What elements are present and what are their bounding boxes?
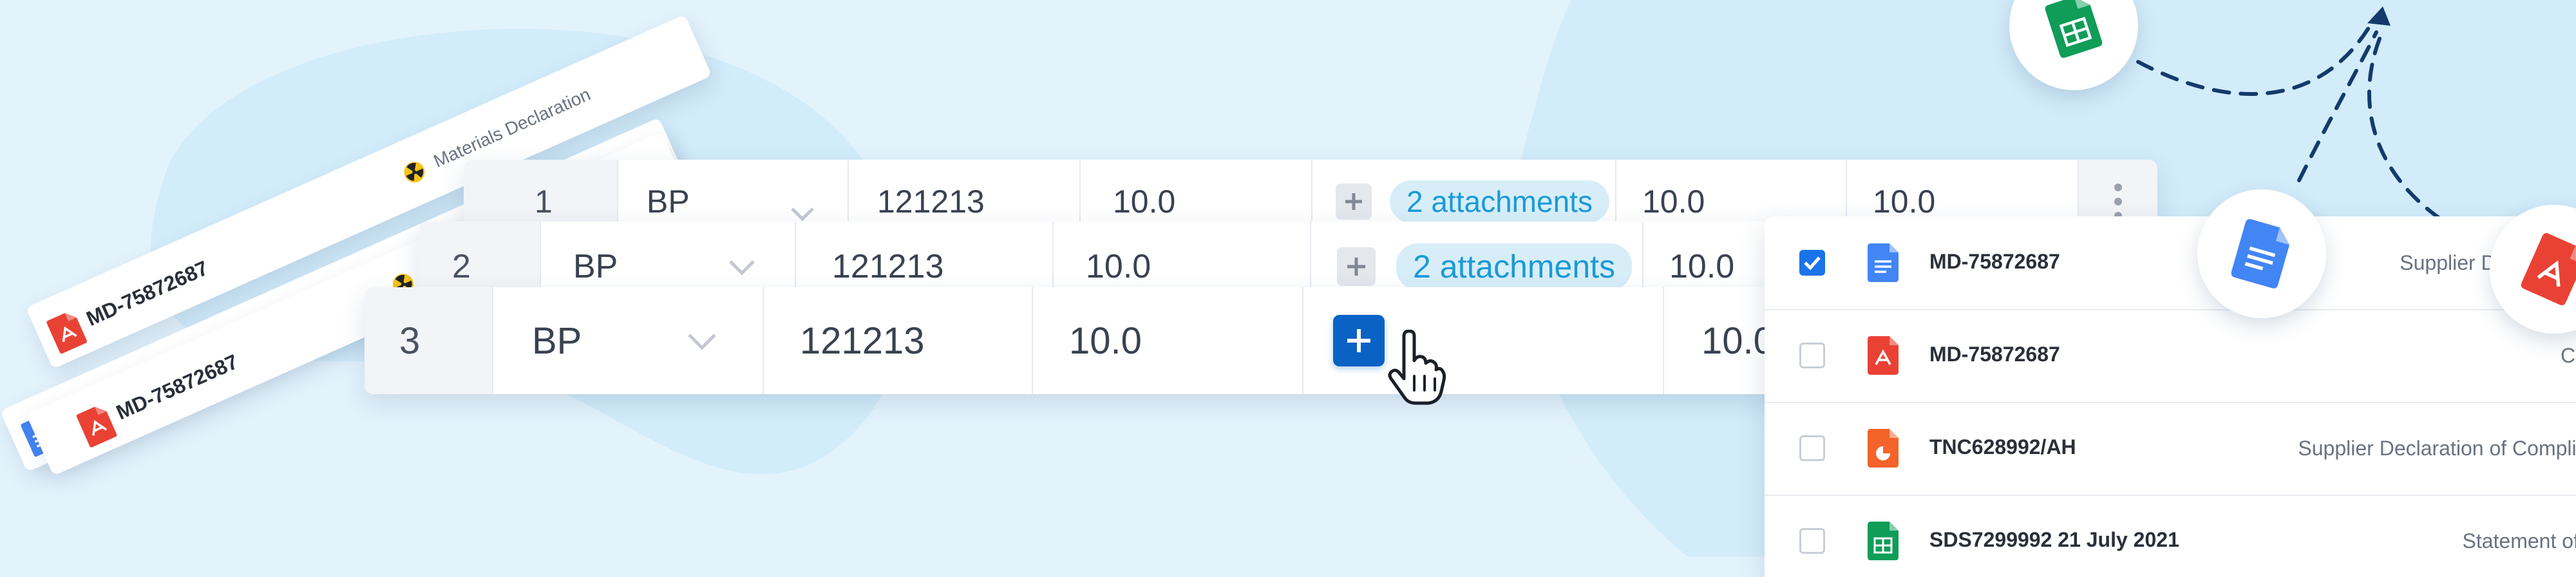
add-attachment-button[interactable] bbox=[1337, 247, 1376, 286]
attachments-badge[interactable]: 2 attachments bbox=[1396, 243, 1633, 290]
row-number-text: 3 bbox=[399, 319, 421, 362]
value-text: 10.0 bbox=[1669, 248, 1735, 285]
pdf-file-icon bbox=[46, 309, 89, 357]
doc-file-icon bbox=[2231, 219, 2290, 288]
attachments-badge[interactable]: 2 attachments bbox=[1390, 180, 1609, 223]
document-id: MD-75872687 bbox=[82, 256, 212, 331]
chevron-down-icon bbox=[688, 334, 716, 350]
file-row[interactable]: MD-75872687 Supplier Declaration of bbox=[1765, 216, 2576, 310]
code-field[interactable]: 121213 bbox=[764, 287, 1033, 394]
doc-file-bubble bbox=[2197, 189, 2326, 318]
file-checkbox[interactable] bbox=[1799, 435, 1825, 461]
row-number-text: 2 bbox=[452, 248, 471, 285]
file-checkbox[interactable] bbox=[1799, 528, 1825, 554]
file-row[interactable]: TNC628992/AH Supplier Declaration of Com… bbox=[1765, 402, 2576, 496]
slides-file-icon bbox=[1868, 429, 1899, 471]
file-id: MD-75872687 bbox=[1929, 343, 2060, 366]
chevron-down-icon bbox=[729, 260, 755, 276]
pdf-file-icon bbox=[1868, 336, 1899, 378]
code-value: 121213 bbox=[800, 319, 925, 362]
plus-icon bbox=[1347, 258, 1365, 276]
add-attachment-button[interactable] bbox=[1336, 184, 1372, 220]
vendor-value: BP bbox=[573, 248, 618, 285]
add-attachment-button[interactable] bbox=[1333, 315, 1385, 366]
plus-icon bbox=[1345, 193, 1362, 210]
file-description: Supplier Declaration of Compliance bbox=[2298, 437, 2576, 460]
hand-cursor-icon bbox=[1388, 330, 1446, 405]
vendor-select[interactable]: BP bbox=[493, 287, 764, 394]
file-checkbox[interactable] bbox=[1799, 250, 1825, 276]
doc-file-icon bbox=[1868, 243, 1899, 285]
attachments-panel: MD-75872687 Supplier Declaration of MD-7… bbox=[1765, 216, 2576, 577]
vendor-value: BP bbox=[647, 184, 690, 220]
file-checkbox[interactable] bbox=[1799, 343, 1825, 368]
code-value: 121213 bbox=[877, 184, 985, 220]
value-text: 10.0 bbox=[1701, 319, 1774, 362]
file-id: SDS7299992 21 July 2021 bbox=[1929, 528, 2179, 551]
more-vertical-icon bbox=[2114, 184, 2122, 220]
pdf-file-icon bbox=[76, 403, 119, 451]
code-value: 121213 bbox=[832, 248, 944, 285]
file-id: TNC628992/AH bbox=[1929, 435, 2076, 459]
sheet-file-bubble bbox=[2009, 0, 2138, 90]
table-row: 3 BP 121213 10.0 10.0 bbox=[365, 287, 1865, 394]
sheet-file-icon bbox=[1868, 522, 1899, 563]
sheet-file-icon bbox=[2045, 0, 2103, 58]
row-number-text: 1 bbox=[535, 184, 553, 220]
attachments-cell bbox=[1303, 287, 1664, 394]
vendor-value: BP bbox=[532, 319, 582, 362]
quantity-value: 10.0 bbox=[1113, 184, 1176, 220]
row-number: 3 bbox=[365, 287, 493, 394]
file-description: Certificate bbox=[2560, 344, 2576, 367]
file-row[interactable]: SDS7299992 21 July 2021 Statement of W bbox=[1765, 495, 2576, 577]
file-row[interactable]: MD-75872687 Certificate bbox=[1765, 309, 2576, 403]
plus-icon bbox=[1347, 329, 1370, 352]
value-text: 10.0 bbox=[1873, 184, 1936, 220]
file-id: MD-75872687 bbox=[1929, 250, 2060, 273]
quantity-value: 10.0 bbox=[1069, 319, 1142, 362]
pdf-file-icon bbox=[2521, 233, 2576, 305]
file-description: Statement of W bbox=[2462, 529, 2576, 553]
quantity-value: 10.0 bbox=[1086, 248, 1151, 285]
quantity-field[interactable]: 10.0 bbox=[1033, 287, 1303, 394]
radiation-icon bbox=[400, 158, 430, 189]
chevron-down-icon bbox=[791, 207, 814, 222]
check-icon bbox=[1804, 256, 1821, 270]
value-text: 10.0 bbox=[1642, 184, 1705, 220]
